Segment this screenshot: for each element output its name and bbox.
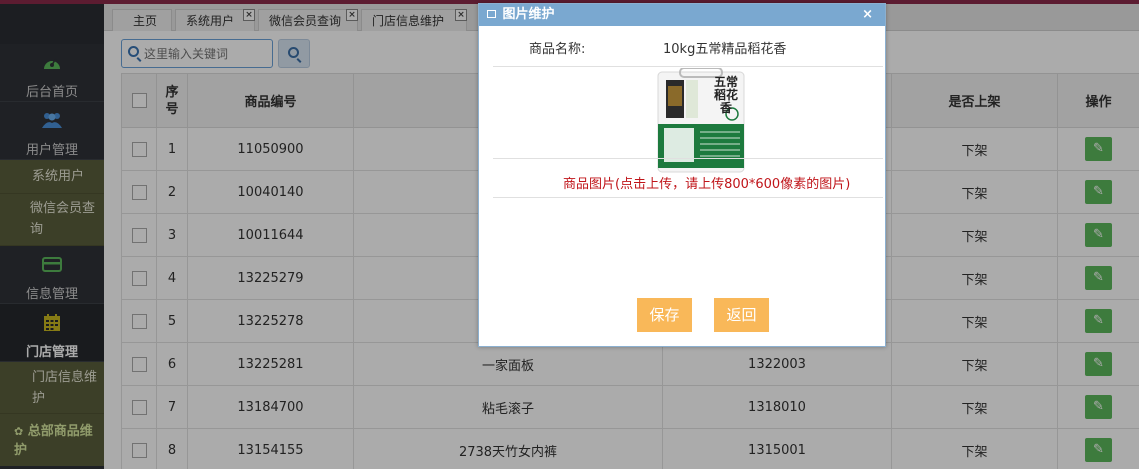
back-button[interactable]: 返回: [714, 298, 769, 332]
dialog-header[interactable]: 图片维护 ×: [479, 4, 885, 26]
dialog-title: 图片维护: [502, 7, 555, 22]
package-text: 五常稻花香: [713, 75, 738, 115]
upload-hint[interactable]: 商品图片(点击上传，请上传800*600像素的图片): [563, 173, 850, 192]
dialog-form: 商品名称: 10kg五常精品稻花香 五常稻花香 商品图片(点击上传，请上传800…: [493, 34, 883, 198]
product-name-label: 商品名称:: [529, 42, 586, 57]
image-maintenance-dialog: 图片维护 × 商品名称: 10kg五常精品稻花香 五常稻花香 商品图片(点击上传…: [478, 3, 886, 347]
divider: [493, 197, 883, 198]
window-icon: [487, 9, 496, 18]
divider: [493, 158, 883, 159]
product-name-row: 商品名称: 10kg五常精品稻花香: [493, 34, 883, 67]
product-name-value: 10kg五常精品稻花香: [663, 42, 787, 57]
close-icon[interactable]: ×: [862, 4, 873, 26]
save-button[interactable]: 保存: [637, 298, 692, 332]
